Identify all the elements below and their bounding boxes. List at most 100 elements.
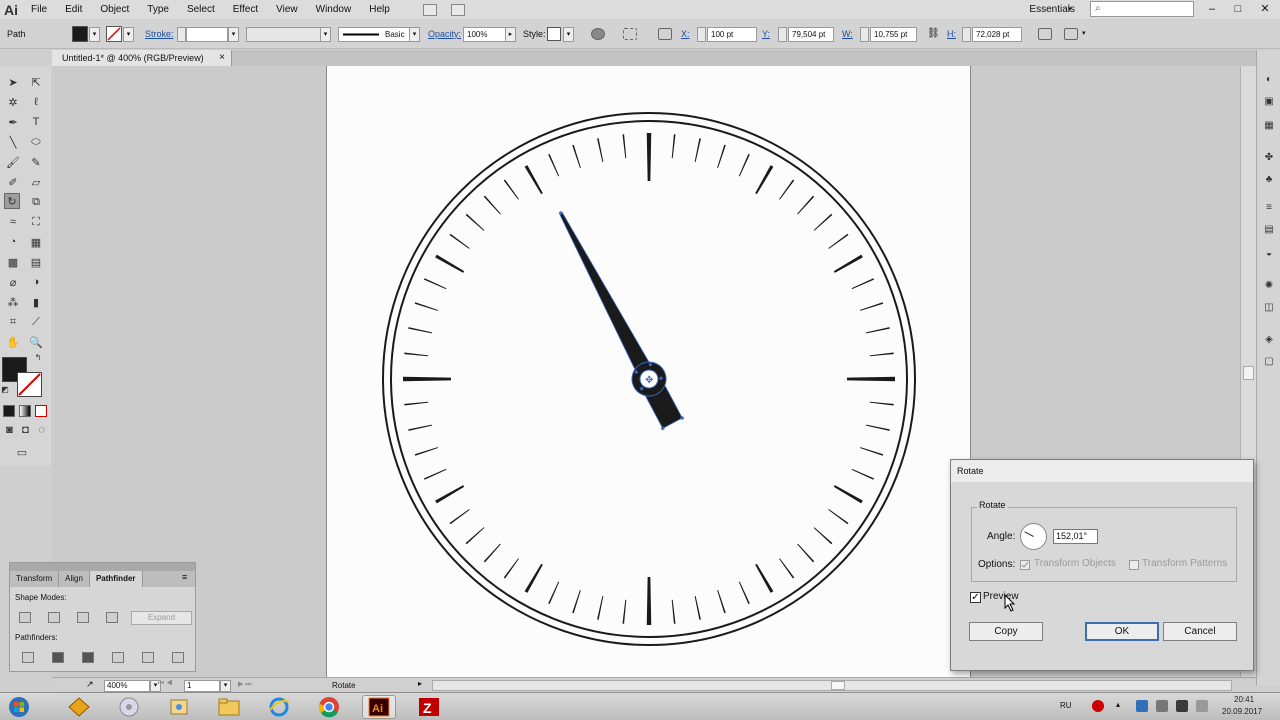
stroke-color-swatch[interactable] [17,372,42,397]
ellipse-tool-icon[interactable]: ⬭ [28,134,44,150]
zoom-tool-icon[interactable]: 🔍 [28,334,44,350]
file-explorer-icon[interactable] [212,695,246,719]
chevron-down-icon[interactable]: ▾ [1068,5,1072,13]
default-colors-icon[interactable]: ◩ [0,384,10,394]
chrome-icon[interactable] [312,695,346,719]
variable-width-profile[interactable] [246,27,321,42]
opacity-arrow[interactable]: ▸ [505,27,516,42]
x-label[interactable]: X: [681,28,690,41]
color-guide-icon[interactable]: ▣ [1261,94,1277,108]
eyedropper-tool-icon[interactable]: ⌀ [5,274,21,290]
y-label[interactable]: Y: [762,28,770,41]
menu-effect[interactable]: Effect [224,0,267,19]
y-field[interactable]: 79,504 pt [788,27,834,42]
outline-icon[interactable] [142,652,154,663]
eraser-tool-icon[interactable]: ▱ [28,174,44,190]
free-transform-tool-icon[interactable]: ⛶ [28,214,44,230]
media-player-icon[interactable] [112,695,146,719]
style-dropdown[interactable]: ▾ [563,27,574,42]
trim-icon[interactable] [52,652,64,663]
preview-checkbox[interactable]: ✓ [970,592,981,603]
scale-tool-icon[interactable]: ⧉ [28,194,44,210]
share-icon[interactable]: ↗ [86,679,94,690]
transform-objects-checkbox[interactable] [1020,560,1030,570]
screen-mode-icon[interactable]: ▭ [14,444,30,460]
width-profile-dropdown[interactable]: ▾ [320,27,331,42]
color-mode-icon[interactable] [3,405,15,417]
none-mode-icon[interactable] [35,405,47,417]
graphic-style-swatch[interactable] [547,27,561,41]
stroke-weight-dropdown[interactable]: ▾ [228,27,239,42]
w-stepper[interactable] [860,27,869,42]
transparency-panel-icon[interactable]: ◒ [1261,246,1277,260]
color-panel-icon[interactable]: ◐ [1261,72,1277,86]
zoom-level-field[interactable]: 400% [104,680,150,692]
magic-wand-tool-icon[interactable]: ✲ [5,94,21,110]
network-tray-icon[interactable] [1136,700,1148,712]
close-button[interactable]: ✕ [1253,0,1277,19]
vertical-scroll-thumb[interactable] [1243,366,1254,380]
security-tray-icon[interactable] [1156,700,1168,712]
maximize-button[interactable]: □ [1226,0,1250,19]
divide-icon[interactable] [22,652,34,663]
artboard-tool-icon[interactable]: ⌗ [5,314,21,330]
graph-tool-icon[interactable]: ▮ [28,294,44,310]
stroke-weight-stepper[interactable] [177,27,186,42]
rotate-tool-icon[interactable]: ↻ [4,193,20,209]
minus-back-icon[interactable] [172,652,184,663]
y-stepper[interactable] [778,27,787,42]
dialog-title[interactable]: Rotate [951,460,1253,482]
gradient-mode-icon[interactable] [19,405,31,417]
cancel-button[interactable]: Cancel [1163,622,1237,641]
first-page-icon[interactable]: ⏮ ◀ [158,680,173,688]
swatches-panel-icon[interactable]: ▦ [1261,118,1277,132]
fill-swatch[interactable] [72,26,88,42]
document-tab[interactable]: Untitled-1* @ 400% (RGB/Preview) × [52,50,232,66]
x-field[interactable]: 100 pt [707,27,757,42]
draw-normal-icon[interactable]: ◙ [3,424,16,436]
volume-tray-icon[interactable] [1196,700,1208,712]
tab-align[interactable]: Align [59,571,90,587]
clock-date[interactable]: 20.09.2017 [1222,707,1262,716]
line-tool-icon[interactable]: ╲ [5,134,21,150]
status-menu-icon[interactable]: ▸ [418,679,422,688]
stroke-swatch[interactable] [106,26,122,42]
symbols-panel-icon[interactable]: ♣ [1261,172,1277,186]
type-tool-icon[interactable]: T [28,114,44,130]
shape-builder-tool-icon[interactable]: ◔ [5,234,21,250]
menu-view[interactable]: View [267,0,307,19]
next-page-icon[interactable]: ▶ ⏭ [238,680,252,689]
copy-button[interactable]: Copy [969,622,1043,641]
brushes-panel-icon[interactable]: ✤ [1261,150,1277,164]
tab-pathfinder[interactable]: Pathfinder [89,571,143,587]
angle-dial[interactable] [1020,523,1047,550]
filezilla-style-app-icon[interactable] [62,695,96,719]
opacity-label[interactable]: Opacity: [428,28,461,41]
unite-icon[interactable] [19,612,31,623]
filezilla-icon[interactable]: Z [412,695,446,719]
artboards-panel-icon[interactable]: ▢ [1261,354,1277,368]
page-number-field[interactable]: 1 [184,680,220,692]
menu-select[interactable]: Select [178,0,224,19]
stroke-label[interactable]: Stroke: [145,28,174,41]
menu-file[interactable]: File [22,0,56,19]
gradient-tool-icon[interactable]: ▤ [28,254,44,270]
menu-edit[interactable]: Edit [56,0,91,19]
slice-tool-icon[interactable]: ⟋ [28,314,44,330]
crop-icon[interactable] [112,652,124,663]
lasso-tool-icon[interactable]: ℓ [28,94,44,110]
swap-fill-stroke-icon[interactable]: ↰ [33,352,43,362]
selection-tool-icon[interactable]: ➤ [5,74,21,90]
artboard[interactable]: ✥ [326,66,971,677]
notification-icon[interactable] [1092,700,1104,712]
merge-icon[interactable] [82,652,94,663]
isolate-group-icon[interactable] [1064,28,1078,40]
bridge-icon[interactable] [422,3,437,16]
h-stepper[interactable] [962,27,971,42]
menu-object[interactable]: Object [91,0,138,19]
constrain-proportions-icon[interactable]: ⛓ [927,28,940,40]
wifi-tray-icon[interactable] [1176,700,1188,712]
internet-explorer-icon[interactable] [262,695,296,719]
panel-menu-icon[interactable]: ▾ [1082,29,1086,37]
minus-front-icon[interactable] [48,612,60,623]
